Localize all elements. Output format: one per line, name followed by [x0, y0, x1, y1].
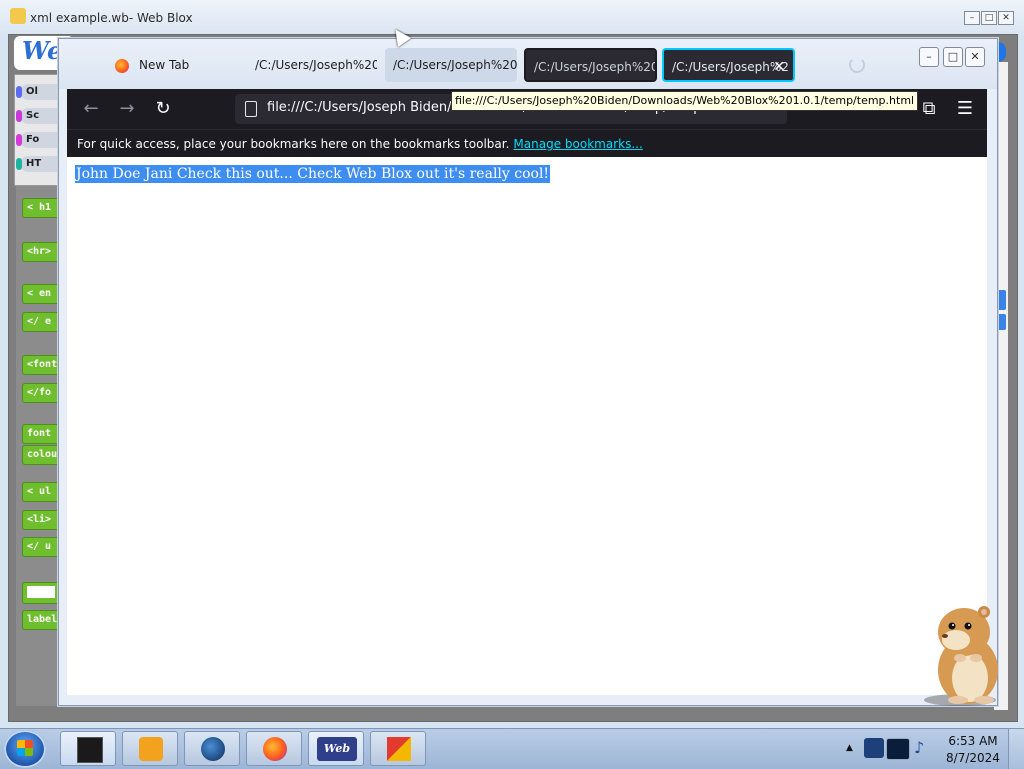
- web-blox-app-icon: [10, 8, 26, 24]
- firefox-window: New Tab /C:/Users/Joseph%20B /C:/Users/J…: [58, 38, 998, 706]
- bookmarks-toolbar: For quick access, place your bookmarks h…: [67, 129, 987, 158]
- tray-expand-icon[interactable]: ▲: [846, 743, 853, 753]
- tab-strip: New Tab /C:/Users/Joseph%20B /C:/Users/J…: [59, 39, 997, 89]
- web-blox-titlebar: xml example.wb- Web Blox – □ ✕: [0, 0, 1024, 36]
- show-desktop-button[interactable]: [1008, 729, 1024, 769]
- close-tab-icon[interactable]: ✕: [773, 50, 785, 80]
- hamster-mascot: [924, 606, 998, 706]
- taskbar: Web ▲ ♪ 6:53 AM 8/7/2024: [0, 728, 1024, 769]
- volume-icon[interactable]: ♪: [914, 738, 930, 758]
- tab-file-4[interactable]: /C:/Users/Joseph%20B: [524, 48, 657, 82]
- bookmarks-hint: For quick access, place your bookmarks h…: [77, 137, 510, 151]
- hamburger-menu-icon[interactable]: ☰: [953, 97, 977, 121]
- manage-bookmarks-link[interactable]: Manage bookmarks...: [513, 137, 642, 151]
- loading-spinner-icon: [849, 57, 865, 73]
- start-button[interactable]: [4, 730, 46, 768]
- extensions-icon[interactable]: ⧉: [917, 97, 941, 121]
- taskbar-terminal[interactable]: [60, 731, 116, 766]
- windows-logo-icon: [17, 740, 33, 756]
- taskbar-web-blox[interactable]: Web: [308, 731, 364, 766]
- back-arrow-icon[interactable]: ←: [79, 97, 103, 121]
- clock-date[interactable]: 8/7/2024: [946, 751, 1000, 765]
- category-color-dot: [16, 110, 22, 122]
- firefox-icon: [115, 59, 129, 73]
- taskbar-firefox[interactable]: [246, 731, 302, 766]
- minimize-button[interactable]: –: [919, 47, 939, 67]
- document-icon: [245, 101, 257, 117]
- office-icon: [387, 737, 411, 761]
- category-color-dot: [16, 134, 22, 146]
- selected-page-text[interactable]: John Doe Jani Check this out... Check We…: [75, 165, 551, 183]
- tab-url-tooltip: file:///C:/Users/Joseph%20Biden/Download…: [451, 91, 919, 111]
- close-window-button[interactable]: ✕: [965, 47, 985, 67]
- maximize-button[interactable]: □: [943, 47, 963, 67]
- globe-icon: [201, 737, 225, 761]
- category-color-dot: [16, 158, 22, 170]
- web-blox-title: xml example.wb- Web Blox: [30, 11, 193, 25]
- taskbar-media-player[interactable]: [122, 731, 178, 766]
- clock-time[interactable]: 6:53 AM: [946, 734, 1000, 748]
- page-content-area: John Doe Jani Check this out... Check We…: [67, 157, 987, 695]
- block-text-field[interactable]: [27, 586, 55, 598]
- web-blox-icon: Web: [317, 737, 357, 761]
- taskbar-office[interactable]: [370, 731, 426, 766]
- reload-icon[interactable]: ↻: [151, 97, 175, 121]
- terminal-icon: [77, 737, 103, 763]
- tab-file-3[interactable]: /C:/Users/Joseph%20B: [385, 48, 517, 82]
- network-monitor-icon[interactable]: [886, 738, 910, 760]
- media-player-icon: [139, 737, 163, 761]
- web-blox-maximize-button[interactable]: □: [981, 11, 997, 25]
- firefox-icon: [263, 737, 287, 761]
- web-blox-close-button[interactable]: ✕: [998, 11, 1014, 25]
- category-color-dot: [16, 86, 22, 98]
- tray-app-icon[interactable]: [864, 738, 884, 758]
- tab-new-tab[interactable]: New Tab: [107, 48, 237, 82]
- tab-file-2[interactable]: /C:/Users/Joseph%20B: [247, 48, 377, 82]
- web-blox-minimize-button[interactable]: –: [964, 11, 980, 25]
- taskbar-earth[interactable]: [184, 731, 240, 766]
- forward-arrow-icon[interactable]: →: [115, 97, 139, 121]
- tab-file-5-active[interactable]: /C:/Users/Joseph%2 ✕: [662, 48, 795, 82]
